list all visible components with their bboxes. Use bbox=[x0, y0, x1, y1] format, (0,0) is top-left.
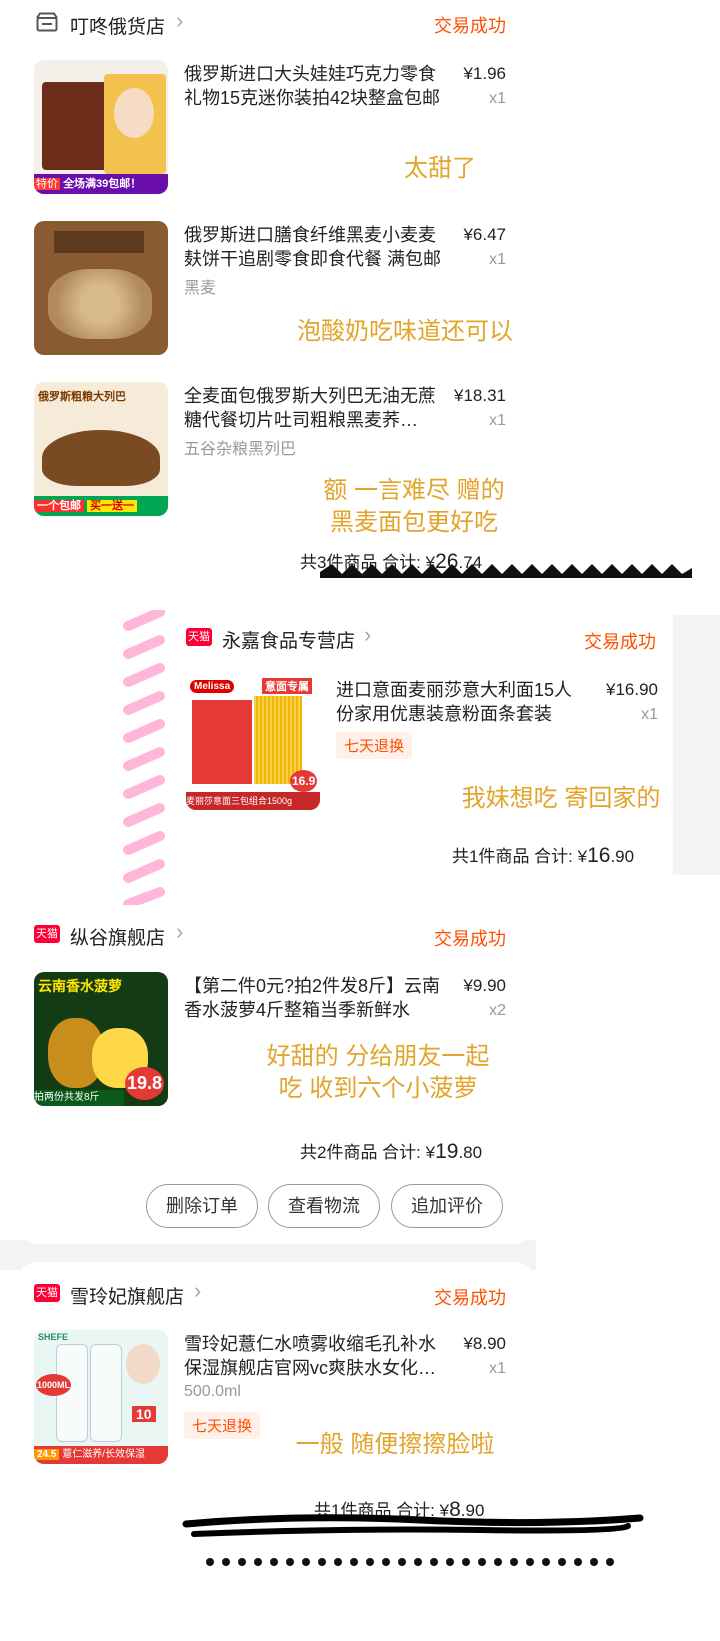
seven-day-return-tag: 七天退换 bbox=[184, 1412, 261, 1439]
chevron-right-icon[interactable]: › bbox=[176, 919, 183, 945]
product-price: ¥8.90 bbox=[463, 1334, 506, 1353]
handwritten-note: 泡酸奶吃味道还可以 bbox=[297, 318, 513, 345]
product-qty: x1 bbox=[489, 412, 506, 429]
delete-order-button[interactable]: 删除订单 bbox=[146, 1184, 258, 1228]
product-image-bread[interactable]: 俄罗斯粗粮大列巴 一个包邮 买一送一 bbox=[34, 382, 168, 516]
product-image-chocolate[interactable]: 特价三天 全场满39包邮！ bbox=[34, 60, 168, 194]
handwritten-note: 太甜了 bbox=[404, 155, 476, 182]
tmall-icon: 天猫 bbox=[34, 1284, 60, 1302]
washi-tape-decoration bbox=[123, 610, 165, 906]
tmall-icon: 天猫 bbox=[186, 628, 212, 646]
handwritten-note: 我妹想吃 寄回家的 bbox=[461, 785, 661, 812]
add-review-button[interactable]: 追加评价 bbox=[391, 1184, 503, 1228]
seven-day-return-tag: 七天退换 bbox=[336, 732, 413, 759]
order-status: 交易成功 bbox=[434, 929, 506, 949]
order-status: 交易成功 bbox=[434, 1288, 506, 1308]
product-qty: x1 bbox=[489, 90, 506, 107]
product-qty: x1 bbox=[641, 706, 658, 723]
product-title[interactable]: 俄罗斯进口膳食纤维黑麦小麦麦麸饼干追剧零食即食代餐 满包邮 bbox=[184, 223, 442, 271]
handwritten-note-line2: 吃 收到六个小菠萝 bbox=[278, 1075, 478, 1102]
product-image-pineapple[interactable]: 云南香水菠萝 19.8 拍两份共发8斤 bbox=[34, 972, 168, 1106]
product-price: ¥6.47 bbox=[463, 225, 506, 244]
chevron-right-icon[interactable]: › bbox=[364, 622, 371, 648]
product-sku: 500.0ml bbox=[184, 1383, 241, 1400]
shop-name[interactable]: 永嘉食品专营店 bbox=[222, 626, 355, 653]
view-logistics-button[interactable]: 查看物流 bbox=[268, 1184, 380, 1228]
product-price: ¥18.31 bbox=[454, 386, 506, 405]
product-qty: x1 bbox=[489, 1360, 506, 1377]
product-title[interactable]: 全麦面包俄罗斯大列巴无油无蔗糖代餐切片吐司粗粮黑麦荞… bbox=[184, 384, 442, 432]
shop-name[interactable]: 纵谷旗舰店 bbox=[70, 923, 165, 950]
right-edge-gray bbox=[673, 615, 720, 875]
product-image-toner[interactable]: SHEFE 1000ML 10 24.5 薏仁滋养/长效保湿 bbox=[34, 1330, 168, 1464]
product-image-pasta[interactable]: Melissa 意面专属 16.9 麦丽莎意面三包组合1500g bbox=[186, 676, 320, 810]
store-icon bbox=[36, 12, 58, 32]
order-status: 交易成功 bbox=[434, 16, 506, 36]
product-title[interactable]: 进口意面麦丽莎意大利面15人份家用优惠装意粉面条套装组… bbox=[336, 678, 586, 726]
handwritten-note: 一般 随便擦擦脸啦 bbox=[295, 1431, 495, 1458]
product-qty: x2 bbox=[489, 1002, 506, 1019]
order-total: 共2件商品 合计: ¥19.80 bbox=[300, 1140, 483, 1163]
order-status: 交易成功 bbox=[584, 632, 656, 652]
product-title[interactable]: 【第二件0元?拍2件发8斤】云南香水菠萝4斤整箱当季新鲜水果… bbox=[184, 974, 442, 1022]
product-title[interactable]: 雪玲妃薏仁水喷雾收缩毛孔补水保湿旗舰店官网vc爽肤水女化… bbox=[184, 1332, 442, 1380]
product-sku: 五谷杂粮黑列巴 bbox=[184, 441, 297, 458]
shop-name[interactable]: 雪玲妃旗舰店 bbox=[70, 1282, 184, 1309]
order-total: 共1件商品 合计: ¥16.90 bbox=[452, 844, 635, 867]
wrapper-face bbox=[104, 74, 166, 174]
ink-scribble bbox=[182, 1514, 644, 1566]
chevron-right-icon[interactable]: › bbox=[176, 8, 183, 34]
product-price: ¥1.96 bbox=[463, 64, 506, 83]
tmall-icon: 天猫 bbox=[34, 925, 60, 943]
promo-strip: 特价三天 全场满39包邮！ bbox=[34, 174, 168, 194]
chevron-right-icon[interactable]: › bbox=[194, 1278, 201, 1304]
product-sku: 黑麦 bbox=[184, 280, 217, 297]
product-image-rye-crackers[interactable] bbox=[34, 221, 168, 355]
handwritten-note-line1: 好甜的 分给朋友一起 bbox=[266, 1043, 490, 1070]
product-price: ¥16.90 bbox=[606, 680, 658, 699]
shop-name[interactable]: 叮咚俄货店 bbox=[70, 12, 165, 39]
handwritten-note-line2: 黑麦面包更好吃 bbox=[330, 509, 498, 536]
product-qty: x1 bbox=[489, 251, 506, 268]
product-title[interactable]: 俄罗斯进口大头娃娃巧克力零食礼物15克迷你装拍42块整盒包邮 bbox=[184, 62, 442, 110]
torn-edge bbox=[320, 564, 692, 578]
handwritten-note-line1: 额 一言难尽 赠的 bbox=[323, 477, 505, 504]
side-gap bbox=[536, 0, 720, 590]
product-price: ¥9.90 bbox=[463, 976, 506, 995]
